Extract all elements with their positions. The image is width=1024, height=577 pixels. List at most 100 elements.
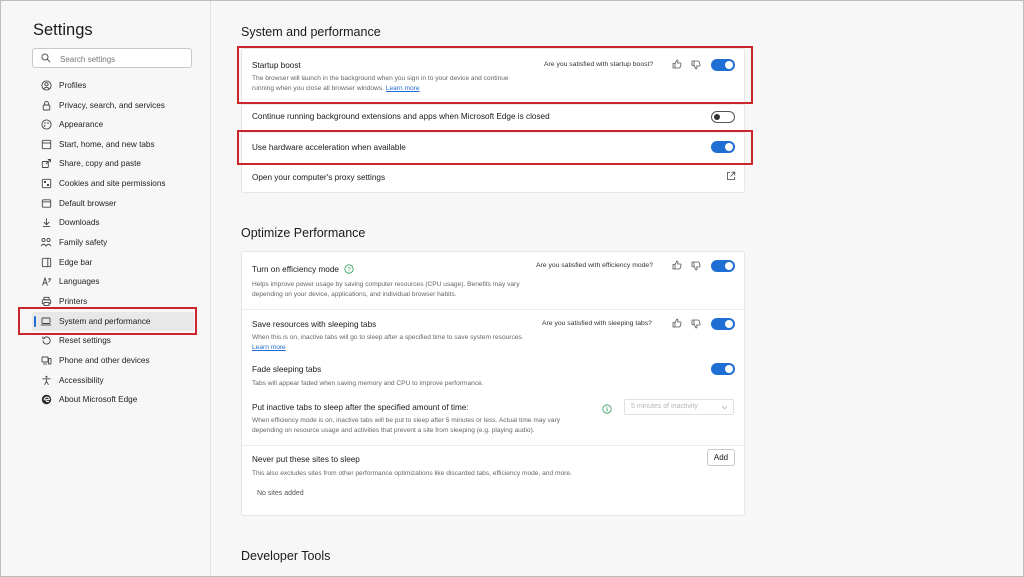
sidebar-item-label: Profiles: [59, 81, 87, 90]
info-icon[interactable]: [602, 404, 612, 414]
share-icon: [39, 157, 53, 171]
sidebar-item-label: Cookies and site permissions: [59, 179, 166, 188]
sleeping-tabs-feedback-question: Are you satisfied with sleeping tabs?: [542, 320, 652, 327]
hardware-acceleration-toggle[interactable]: [711, 141, 735, 153]
sidebar: Settings Profiles Privacy, search, and s…: [1, 1, 211, 576]
hardware-acceleration-title: Use hardware acceleration when available: [252, 143, 406, 152]
search-input[interactable]: [58, 51, 192, 67]
sleeping-tabs-desc: When this is on, inactive tabs will go t…: [252, 334, 524, 351]
fade-sleeping-tabs-toggle[interactable]: [711, 363, 735, 375]
help-icon[interactable]: ?: [344, 264, 354, 274]
startup-boost-toggle[interactable]: [711, 59, 735, 71]
sidebar-item-default-browser[interactable]: Default browser: [32, 194, 194, 213]
sidebar-item-phone-devices[interactable]: Phone and other devices: [32, 351, 194, 370]
sidebar-item-reset[interactable]: Reset settings: [32, 331, 194, 350]
sidebar-item-label: Accessibility: [59, 376, 104, 385]
settings-window: Settings Profiles Privacy, search, and s…: [0, 0, 1024, 577]
divider: [242, 132, 744, 133]
sidebar-item-family-safety[interactable]: Family safety: [32, 233, 194, 252]
never-sleep-title: Never put these sites to sleep: [252, 455, 360, 464]
sidebar-item-privacy[interactable]: Privacy, search, and services: [32, 96, 194, 115]
sidebar-item-label: Downloads: [59, 218, 100, 227]
sidebar-item-share[interactable]: Share, copy and paste: [32, 154, 194, 173]
startup-boost-desc: The browser will launch in the backgroun…: [252, 75, 509, 92]
external-link-icon[interactable]: [726, 171, 736, 181]
efficiency-mode-toggle[interactable]: [711, 260, 735, 272]
sidebar-item-label: Family safety: [59, 238, 108, 247]
thumbs-down-icon[interactable]: [691, 319, 701, 329]
sidebar-item-profiles[interactable]: Profiles: [32, 76, 194, 95]
section-title-system: System and performance: [241, 25, 381, 39]
divider: [242, 163, 744, 164]
sidebar-item-label: System and performance: [59, 317, 151, 326]
sidebar-item-edge-bar[interactable]: Edge bar: [32, 253, 194, 272]
svg-text:?: ?: [347, 266, 351, 273]
startup-boost-learn-more-link[interactable]: Learn more: [386, 85, 420, 92]
cookies-icon: [39, 177, 53, 191]
sleeping-tabs-toggle[interactable]: [711, 318, 735, 330]
sleeping-tabs-title: Save resources with sleeping tabs: [252, 320, 377, 329]
appearance-icon: [39, 118, 53, 132]
add-site-button[interactable]: Add: [707, 449, 735, 466]
startup-boost-feedback-question: Are you satisfied with startup boost?: [544, 61, 654, 68]
section-title-developer: Developer Tools: [241, 549, 331, 563]
profile-icon: [39, 79, 53, 93]
optimize-card: Turn on efficiency mode ? Helps improve …: [241, 251, 745, 516]
printer-icon: [39, 295, 53, 309]
browser-icon: [39, 197, 53, 211]
sidebar-item-label: Share, copy and paste: [59, 159, 141, 168]
startup-boost-title: Startup boost: [252, 61, 301, 70]
edge-bar-icon: [39, 256, 53, 270]
sidebar-item-label: Languages: [59, 277, 100, 286]
sidebar-item-cookies[interactable]: Cookies and site permissions: [32, 174, 194, 193]
laptop-icon: [39, 315, 53, 329]
efficiency-mode-desc: Helps improve power usage by saving comp…: [252, 281, 520, 298]
sidebar-item-start-home[interactable]: Start, home, and new tabs: [32, 135, 194, 154]
sleep-timeout-select[interactable]: 5 minutes of inactivity: [624, 399, 734, 415]
download-icon: [39, 216, 53, 230]
background-apps-title: Continue running background extensions a…: [252, 112, 550, 121]
sidebar-item-label: Start, home, and new tabs: [59, 140, 155, 149]
sidebar-item-system-performance[interactable]: System and performance: [32, 312, 194, 331]
efficiency-feedback-question: Are you satisfied with efficiency mode?: [536, 262, 653, 269]
background-apps-toggle[interactable]: [711, 111, 735, 123]
section-title-optimize: Optimize Performance: [241, 226, 366, 240]
efficiency-mode-title: Turn on efficiency mode ?: [252, 264, 354, 274]
divider: [242, 309, 744, 310]
family-icon: [39, 236, 53, 250]
thumbs-up-icon[interactable]: [672, 59, 682, 69]
thumbs-down-icon[interactable]: [691, 60, 701, 70]
thumbs-down-icon[interactable]: [691, 261, 701, 271]
thumbs-up-icon[interactable]: [672, 318, 682, 328]
proxy-settings-title[interactable]: Open your computer's proxy settings: [252, 173, 385, 182]
languages-icon: [39, 275, 53, 289]
chevron-down-icon: [721, 405, 728, 410]
sidebar-item-accessibility[interactable]: Accessibility: [32, 371, 194, 390]
fade-sleeping-tabs-title: Fade sleeping tabs: [252, 365, 322, 374]
sidebar-item-downloads[interactable]: Downloads: [32, 213, 194, 232]
system-card: Startup boost The browser will launch in…: [241, 48, 745, 193]
sidebar-item-label: Reset settings: [59, 336, 111, 345]
no-sites-text: No sites added: [257, 490, 304, 497]
sidebar-item-label: Appearance: [59, 120, 104, 129]
divider: [242, 445, 744, 446]
main-content: System and performance Startup boost The…: [211, 1, 1023, 576]
never-sleep-desc: This also excludes sites from other perf…: [252, 470, 572, 477]
sidebar-item-label: Privacy, search, and services: [59, 101, 165, 110]
sidebar-item-label: Default browser: [59, 199, 117, 208]
home-icon: [39, 138, 53, 152]
thumbs-up-icon[interactable]: [672, 260, 682, 270]
sidebar-item-label: Phone and other devices: [59, 356, 150, 365]
phone-icon: [39, 354, 53, 368]
inactive-tabs-desc: When efficiency mode is on, inactive tab…: [252, 417, 561, 434]
sidebar-item-appearance[interactable]: Appearance: [32, 115, 194, 134]
sidebar-item-languages[interactable]: Languages: [32, 272, 194, 291]
sidebar-item-printers[interactable]: Printers: [32, 292, 194, 311]
sidebar-item-about[interactable]: About Microsoft Edge: [32, 390, 194, 409]
sidebar-item-label: About Microsoft Edge: [59, 395, 138, 404]
edge-logo-icon: [39, 393, 53, 407]
search-box[interactable]: [32, 48, 192, 68]
inactive-tabs-title: Put inactive tabs to sleep after the spe…: [252, 403, 469, 412]
sleeping-tabs-learn-more-link[interactable]: Learn more: [252, 344, 286, 351]
sidebar-item-label: Printers: [59, 297, 88, 306]
